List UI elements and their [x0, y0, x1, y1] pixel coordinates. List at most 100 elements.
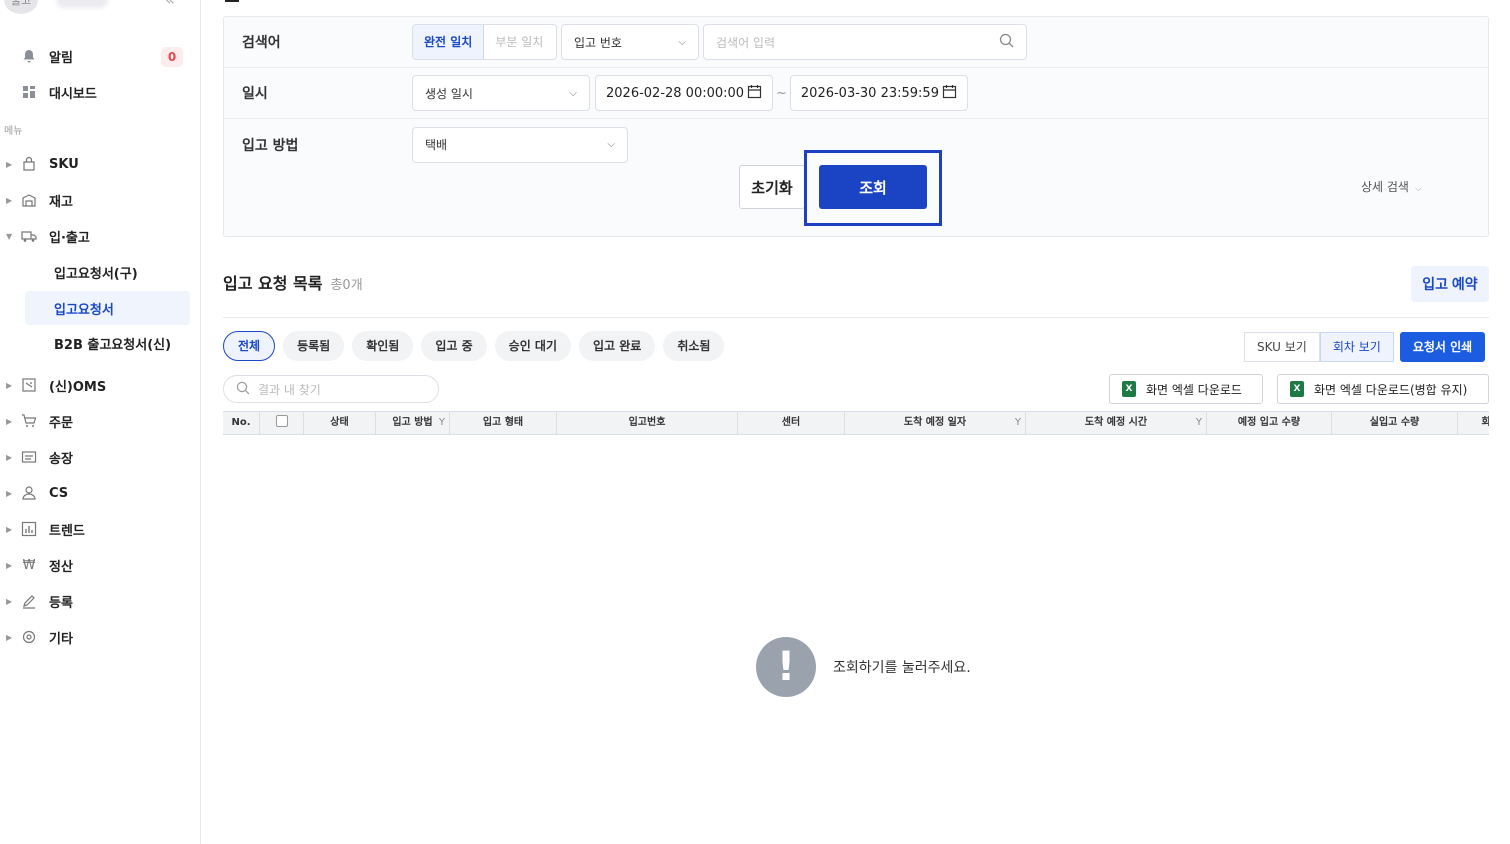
search-icon — [236, 381, 250, 398]
person-icon — [19, 483, 39, 503]
chip-registered[interactable]: 등록됨 — [283, 331, 345, 361]
sidebar-item-label: 정산 — [49, 559, 73, 575]
reset-button[interactable]: 초기화 — [739, 165, 805, 209]
end-date-value: 2026-03-30 23:59:59 — [800, 85, 939, 101]
list-header: 입고 요청 목록 총0개 — [223, 270, 363, 294]
col-status[interactable]: 상태 — [304, 412, 376, 434]
col-actual-qty[interactable]: 실입고 수량 — [1332, 412, 1458, 434]
match-mode-toggle: 완전 일치 부분 일치 — [412, 24, 557, 60]
sidebar-item-label: 기타 — [49, 631, 73, 647]
col-arrival-time[interactable]: 도착 예정 시간 Y — [1026, 412, 1207, 434]
search-icon[interactable] — [999, 33, 1014, 51]
cart-icon — [19, 411, 39, 431]
inbound-reserve-button[interactable]: 입고 예약 — [1411, 266, 1489, 302]
result-search-input[interactable]: 결과 내 찾기 — [223, 375, 439, 403]
chip-inbound-complete[interactable]: 입고 완료 — [579, 331, 656, 361]
sidebar-item-inventory[interactable]: ▶ 재고 — [0, 186, 201, 214]
col-method[interactable]: 입고 방법 Y — [376, 412, 450, 434]
sidebar-item-cs[interactable]: ▶ CS — [0, 479, 201, 507]
filter-funnel-icon[interactable]: Y — [1196, 412, 1202, 434]
sidebar-item-settlement[interactable]: ▶ ₩ 정산 — [0, 551, 201, 579]
excel-download-label: 화면 엑셀 다운로드 — [1146, 382, 1242, 397]
calendar-icon — [942, 84, 957, 103]
col-arrival-time-label: 도착 예정 시간 — [1084, 417, 1148, 428]
print-request-button[interactable]: 요청서 인쇄 — [1399, 332, 1486, 362]
chip-cancelled[interactable]: 취소됨 — [663, 331, 725, 361]
view-sku-button[interactable]: SKU 보기 — [1244, 332, 1320, 362]
sidebar-item-oms[interactable]: ▶ (신)OMS — [0, 371, 201, 399]
filter-funnel-icon[interactable]: Y — [1015, 412, 1021, 434]
caret-down-icon: ▼ — [6, 231, 13, 241]
col-expected-qty[interactable]: 예정 입고 수량 — [1207, 412, 1332, 434]
detail-search-toggle[interactable]: 상세 검색 ⌵ — [1361, 178, 1422, 195]
view-toggle-group: SKU 보기 회차 보기 요청서 인쇄 — [1244, 332, 1486, 362]
truck-icon — [19, 226, 39, 246]
sidebar-item-label: 주문 — [49, 415, 73, 431]
start-date-value: 2026-02-28 00:00:00 — [606, 85, 745, 101]
keyword-field-select[interactable]: 입고 번호 ⌵ — [561, 24, 699, 60]
avatar[interactable]: 물고 — [4, 0, 38, 14]
sidebar-item-label: 입·출고 — [49, 230, 90, 246]
method-select[interactable]: 택배 ⌵ — [412, 126, 628, 163]
caret-right-icon: ▶ — [6, 452, 13, 462]
pencil-icon — [19, 591, 39, 611]
view-round-button[interactable]: 회차 보기 — [1319, 332, 1394, 362]
bell-icon — [19, 46, 39, 66]
filter-funnel-icon[interactable]: Y — [439, 412, 445, 434]
sidebar-item-label: 송장 — [49, 451, 73, 467]
date-type-select[interactable]: 생성 일시 ⌵ — [412, 75, 590, 111]
col-select-all[interactable] — [260, 412, 304, 434]
start-date-picker[interactable]: 2026-02-28 00:00:00 — [595, 75, 773, 111]
sidebar-item-register[interactable]: ▶ 등록 — [0, 587, 201, 615]
menu-section-label: 메뉴 — [4, 126, 23, 137]
sidebar-item-dashboard[interactable]: 대시보드 — [0, 78, 201, 106]
end-date-picker[interactable]: 2026-03-30 23:59:59 — [789, 75, 968, 111]
sidebar-subitem-inbound-request-old[interactable]: 입고요청서(구) — [25, 255, 190, 289]
col-arrival-date[interactable]: 도착 예정 일자 Y — [845, 412, 1026, 434]
sidebar-item-sku[interactable]: ▶ SKU — [0, 150, 201, 178]
sidebar-item-orders[interactable]: ▶ 주문 — [0, 407, 201, 435]
caret-right-icon: ▶ — [6, 596, 13, 606]
excel-download-button[interactable]: X 화면 엑셀 다운로드 — [1109, 374, 1263, 404]
app-window: 물고 « 알림 0 대시보드 메뉴 ▶ SKU — [0, 0, 1510, 844]
chevron-down-icon: ⌵ — [569, 87, 577, 99]
select-all-checkbox[interactable] — [275, 415, 288, 427]
chip-awaiting-approval[interactable]: 승인 대기 — [494, 331, 571, 361]
list-title: 입고 요청 목록 — [223, 274, 323, 293]
sidebar-item-invoice[interactable]: ▶ 송장 — [0, 443, 201, 471]
match-partial-button[interactable]: 부분 일치 — [484, 25, 554, 59]
col-type[interactable]: 입고 형태 — [450, 412, 557, 434]
match-exact-button[interactable]: 완전 일치 — [413, 25, 485, 59]
col-inbound-number[interactable]: 입고번호 — [557, 412, 738, 434]
double-chevron-left-icon[interactable]: « — [160, 0, 180, 10]
oms-icon — [19, 375, 39, 395]
sidebar-item-label: 트렌드 — [49, 523, 85, 539]
excel-download-merged-button[interactable]: X 화면 엑셀 다운로드(병합 유지) — [1277, 374, 1489, 404]
chip-all[interactable]: 전체 — [223, 331, 276, 361]
search-button[interactable]: 조회 — [819, 165, 927, 209]
caret-right-icon: ▶ — [6, 416, 13, 426]
col-center[interactable]: 센터 — [738, 412, 845, 434]
sidebar-item-etc[interactable]: ▶ 기타 — [0, 623, 201, 651]
sidebar-subitem-inbound-request[interactable]: 입고요청서 — [25, 291, 190, 325]
dashboard-icon — [19, 82, 39, 102]
sidebar-subitem-b2b-outbound-request[interactable]: B2B 출고요청서(신) — [25, 326, 190, 360]
sidebar-item-inbound-outbound[interactable]: ▼ 입·출고 — [0, 222, 201, 250]
col-round[interactable]: 회: — [1458, 412, 1489, 434]
chip-confirmed[interactable]: 확인됨 — [352, 331, 414, 361]
caret-right-icon: ▶ — [6, 159, 13, 169]
status-filter-chips: 전체 등록됨 확인됨 입고 중 승인 대기 입고 완료 취소됨 — [223, 331, 725, 361]
chip-inbounding[interactable]: 입고 중 — [421, 331, 487, 361]
list-count: 총0개 — [330, 278, 363, 293]
sidebar-item-trend[interactable]: ▶ 트렌드 — [0, 515, 201, 543]
alert-count-badge: 0 — [161, 47, 183, 67]
col-no[interactable]: No. — [223, 412, 260, 434]
empty-state: ! 조회하기를 눌러주세요. — [756, 637, 971, 697]
date-type-value: 생성 일시 — [425, 86, 473, 101]
keyword-search-input[interactable]: 검색어 입력 — [703, 24, 1027, 60]
table-header: No. 상태 입고 방법 Y 입고 형태 입고번호 센터 도착 예정 일자 Y 도착… — [223, 411, 1489, 435]
result-search-placeholder: 결과 내 찾기 — [258, 382, 321, 397]
method-label: 입고 방법 — [242, 137, 299, 154]
detail-search-label: 상세 검색 — [1361, 180, 1409, 194]
sidebar-item-label: (신)OMS — [49, 379, 107, 395]
